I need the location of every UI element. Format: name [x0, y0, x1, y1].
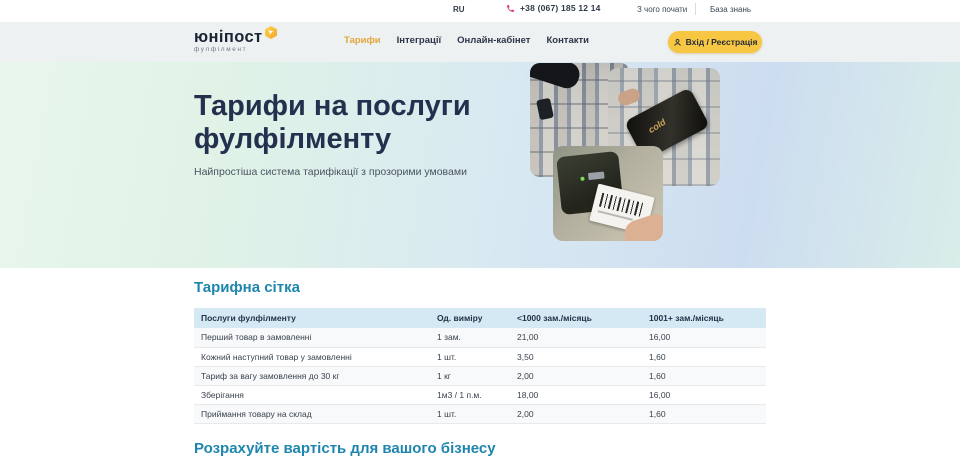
- table-cell: 2,00: [510, 404, 642, 423]
- logo[interactable]: юніпост ➤ фулфілмент: [194, 29, 278, 53]
- table-cell: Приймання товару на склад: [194, 404, 430, 423]
- table-row: Приймання товару на склад1 шт.2,001,60: [194, 404, 766, 423]
- table-header-row: Послуги фулфілментуОд. виміру<1000 зам./…: [194, 308, 766, 328]
- language-switcher[interactable]: RU: [453, 5, 465, 14]
- user-icon: [673, 38, 682, 47]
- phone-link[interactable]: +38 (067) 185 12 14: [506, 3, 601, 13]
- calculator-heading: Розрахуйте вартість для вашого бізнесу: [194, 440, 960, 457]
- table-cell: 1,60: [642, 366, 766, 385]
- page-title-line1: Тарифи на послуги: [194, 90, 471, 122]
- table-cell: 1 шт.: [430, 404, 510, 423]
- table-cell: 1,60: [642, 347, 766, 366]
- table-cell: 3,50: [510, 347, 642, 366]
- table-column-header: 1001+ зам./місяць: [642, 308, 766, 328]
- page-subtitle: Найпростіша система тарифікації з прозор…: [194, 166, 467, 178]
- pricing-section: Тарифна сітка Послуги фулфілментуОд. вим…: [0, 268, 960, 457]
- table-cell: 16,00: [642, 385, 766, 404]
- top-utility-bar: RU +38 (067) 185 12 14 З чого почати Баз…: [0, 0, 960, 22]
- nav-links: Тарифи Інтеграції Онлайн-кабінет Контакт…: [344, 35, 589, 46]
- logo-title: юніпост: [194, 29, 263, 45]
- table-cell: Кожний наступний товар у замовленні: [194, 347, 430, 366]
- logo-subtitle: фулфілмент: [194, 46, 278, 53]
- nav-item-contacts[interactable]: Контакти: [546, 35, 589, 46]
- login-register-button[interactable]: Вхід / Реєстрація: [668, 31, 762, 53]
- table-cell: 21,00: [510, 328, 642, 347]
- phone-icon: [506, 4, 515, 13]
- table-column-header: Послуги фулфілменту: [194, 308, 430, 328]
- topbar-divider: [695, 3, 696, 15]
- phone-number: +38 (067) 185 12 14: [520, 3, 601, 13]
- printer-panel: [588, 171, 605, 180]
- hero-section: Тарифи на послуги фулфілменту Найпростіш…: [0, 62, 960, 268]
- nav-item-online-cabinet[interactable]: Онлайн-кабінет: [457, 35, 530, 46]
- table-cell: Тариф за вагу замовлення до 30 кг: [194, 366, 430, 385]
- link-knowledge-base[interactable]: База знань: [710, 5, 751, 14]
- table-column-header: <1000 зам./місяць: [510, 308, 642, 328]
- table-cell: 2,00: [510, 366, 642, 385]
- page-title-line2: фулфілменту: [194, 123, 391, 155]
- page: RU +38 (067) 185 12 14 З чого почати Баз…: [0, 0, 960, 475]
- table-column-header: Од. виміру: [430, 308, 510, 328]
- table-cell: 16,00: [642, 328, 766, 347]
- hero-photo-label-printer: [553, 146, 663, 241]
- nav-item-integrations[interactable]: Інтеграції: [397, 35, 442, 46]
- table-cell: 1 кг: [430, 366, 510, 385]
- table-cell: 1 шт.: [430, 347, 510, 366]
- logo-hexagon-icon: ➤: [265, 26, 278, 39]
- table-row: Перший товар в замовленні1 зам.21,0016,0…: [194, 328, 766, 347]
- table-row: Зберігання1м3 / 1 п.м.18,0016,00: [194, 385, 766, 404]
- main-navbar: юніпост ➤ фулфілмент Тарифи Інтеграції О…: [0, 22, 960, 62]
- printer-led: [580, 177, 584, 181]
- table-cell: Перший товар в замовленні: [194, 328, 430, 347]
- page-title: Тарифи на послуги фулфілменту: [194, 90, 471, 156]
- nav-item-tariffs[interactable]: Тарифи: [344, 35, 381, 46]
- table-cell: Зберігання: [194, 385, 430, 404]
- table-row: Тариф за вагу замовлення до 30 кг1 кг2,0…: [194, 366, 766, 385]
- table-cell: 1,60: [642, 404, 766, 423]
- table-cell: 18,00: [510, 385, 642, 404]
- table-row: Кожний наступний товар у замовленні1 шт.…: [194, 347, 766, 366]
- table-cell: 1м3 / 1 п.м.: [430, 385, 510, 404]
- table-cell: 1 зам.: [430, 328, 510, 347]
- pricing-table: Послуги фулфілментуОд. виміру<1000 зам./…: [194, 308, 766, 424]
- pricing-heading: Тарифна сітка: [194, 279, 960, 296]
- login-register-label: Вхід / Реєстрація: [686, 37, 758, 47]
- link-how-to-start[interactable]: З чого почати: [637, 5, 687, 14]
